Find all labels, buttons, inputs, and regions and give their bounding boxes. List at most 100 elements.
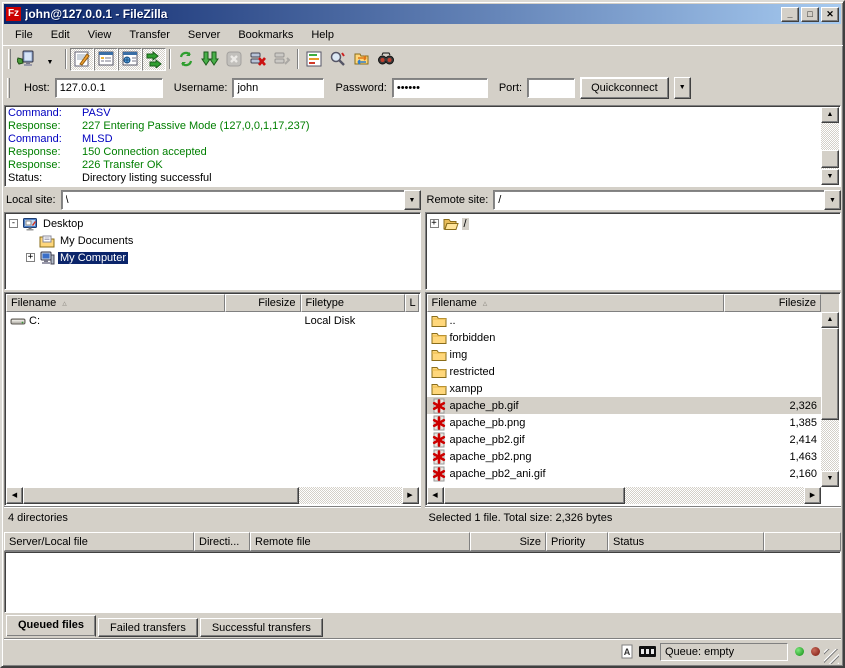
scroll-up-icon[interactable]: ▲: [821, 312, 839, 328]
scroll-left-icon[interactable]: ◀: [427, 487, 444, 504]
log-scroll-thumb[interactable]: [821, 150, 839, 168]
remote-column-header[interactable]: Filename▵: [427, 294, 725, 312]
log-line-text: MLSD: [82, 133, 113, 146]
menu-item-file[interactable]: File: [6, 27, 42, 43]
menu-item-bookmarks[interactable]: Bookmarks: [229, 27, 302, 43]
local-column-header[interactable]: Filesize: [225, 294, 301, 312]
local-horizontal-scrollbar[interactable]: ◀ ▶: [6, 487, 419, 504]
maximize-button[interactable]: □: [801, 7, 819, 22]
image-file-icon: [431, 398, 447, 414]
remote-hscroll-thumb[interactable]: [444, 487, 625, 504]
queue-column-header[interactable]: Size: [470, 532, 546, 551]
queue-column-header[interactable]: Server/Local file: [4, 532, 194, 551]
queue-column-header[interactable]: [764, 532, 841, 551]
queue-column-header[interactable]: Status: [608, 532, 764, 551]
scroll-left-icon[interactable]: ◀: [6, 487, 23, 504]
directory-comparison-button[interactable]: [350, 48, 374, 71]
scroll-down-icon[interactable]: ▼: [821, 169, 839, 185]
tab-failed-transfers[interactable]: Failed transfers: [98, 618, 198, 637]
remote-file-row[interactable]: apache_pb.png1,385: [427, 414, 822, 431]
message-log-panel: Command:PASVResponse:227 Entering Passiv…: [4, 105, 841, 187]
remote-file-row[interactable]: apache_pb2_ani.gif2,160: [427, 465, 822, 482]
remote-site-input[interactable]: [493, 190, 824, 210]
remote-tree-item[interactable]: +/: [428, 215, 839, 232]
close-button[interactable]: ✕: [821, 7, 839, 22]
quickconnect-button[interactable]: Quickconnect: [580, 77, 669, 99]
username-input[interactable]: [232, 78, 324, 98]
scroll-down-icon[interactable]: ▼: [821, 471, 839, 487]
file-cell: 2,326: [724, 400, 821, 412]
menu-item-help[interactable]: Help: [302, 27, 343, 43]
local-site-dropdown-button[interactable]: ▼: [404, 190, 421, 210]
filename-cell: img: [427, 347, 725, 363]
queue-tabs: Queued filesFailed transfersSuccessful t…: [4, 614, 841, 637]
titlebar[interactable]: Fz john@127.0.0.1 - FileZilla _ □ ✕: [4, 4, 841, 24]
synchronized-browsing-button[interactable]: [374, 48, 398, 71]
password-input[interactable]: [392, 78, 488, 98]
remote-horizontal-scrollbar[interactable]: ◀ ▶: [427, 487, 822, 504]
local-column-header[interactable]: L: [405, 294, 419, 312]
minimize-button[interactable]: _: [781, 7, 799, 22]
remote-file-row[interactable]: apache_pb2.gif2,414: [427, 431, 822, 448]
menu-item-server[interactable]: Server: [179, 27, 229, 43]
site-manager-button[interactable]: [14, 48, 38, 71]
local-tree-item[interactable]: My Documents: [7, 232, 418, 249]
remote-file-row[interactable]: apache_pb.gif2,326: [427, 397, 822, 414]
remote-file-row[interactable]: xampp: [427, 380, 822, 397]
disconnect-button[interactable]: [246, 48, 270, 71]
site-manager-dropdown-button[interactable]: ▼: [38, 48, 62, 71]
scroll-right-icon[interactable]: ▶: [804, 487, 821, 504]
remote-file-row[interactable]: apache_pb2.png1,463: [427, 448, 822, 465]
toolbar-separator: [65, 49, 67, 69]
remote-scroll-thumb[interactable]: [821, 328, 839, 420]
scroll-up-icon[interactable]: ▲: [821, 107, 839, 123]
queue-column-header[interactable]: Directi...: [194, 532, 250, 551]
remote-column-header[interactable]: Filesize: [724, 294, 821, 312]
remote-vertical-scrollbar[interactable]: ▲ ▼: [821, 312, 839, 487]
remote-file-row[interactable]: ..: [427, 312, 822, 329]
reconnect-button[interactable]: [270, 48, 294, 71]
menu-item-view[interactable]: View: [79, 27, 121, 43]
log-vertical-scrollbar[interactable]: ▲ ▼: [821, 107, 839, 185]
local-column-header[interactable]: Filename▵: [6, 294, 225, 312]
toggle-message-log-button[interactable]: [70, 48, 94, 71]
queue-column-header[interactable]: Remote file: [250, 532, 470, 551]
column-header-label: Filesize: [258, 297, 295, 309]
remote-file-row[interactable]: restricted: [427, 363, 822, 380]
local-file-row[interactable]: C:Local Disk: [6, 312, 419, 329]
toggle-remote-tree-button[interactable]: [118, 48, 142, 71]
quickconnect-dropdown-button[interactable]: ▼: [674, 77, 691, 99]
resize-grip[interactable]: [824, 649, 839, 664]
toggle-local-tree-button[interactable]: [94, 48, 118, 71]
file-search-button[interactable]: [326, 48, 350, 71]
local-tree-item[interactable]: +My Computer: [7, 249, 418, 266]
local-site-label: Local site:: [4, 194, 61, 206]
process-queue-button[interactable]: [198, 48, 222, 71]
toggle-queue-button[interactable]: [142, 48, 166, 71]
remote-site-dropdown-button[interactable]: ▼: [824, 190, 841, 210]
local-hscroll-thumb[interactable]: [23, 487, 299, 504]
remote-file-row[interactable]: img: [427, 346, 822, 363]
queue-column-header[interactable]: Priority: [546, 532, 608, 551]
local-column-header[interactable]: Filetype: [301, 294, 405, 312]
scroll-right-icon[interactable]: ▶: [402, 487, 419, 504]
local-tree-item[interactable]: -Desktop: [7, 215, 418, 232]
cancel-operation-button[interactable]: [222, 48, 246, 71]
menu-item-transfer[interactable]: Transfer: [120, 27, 179, 43]
tab-successful-transfers[interactable]: Successful transfers: [200, 618, 323, 637]
filename-cell: apache_pb2_ani.gif: [427, 466, 725, 482]
local-site-input[interactable]: [61, 190, 404, 210]
tree-expander-icon[interactable]: -: [9, 219, 18, 228]
tree-expander-icon[interactable]: +: [26, 253, 35, 262]
refresh-button[interactable]: [174, 48, 198, 71]
remote-file-row[interactable]: forbidden: [427, 329, 822, 346]
filter-button[interactable]: [302, 48, 326, 71]
tab-queued-files[interactable]: Queued files: [6, 615, 96, 637]
toolbar: ▼: [2, 45, 843, 72]
port-input[interactable]: [527, 78, 575, 98]
tree-expander-icon[interactable]: +: [430, 219, 439, 228]
menu-item-edit[interactable]: Edit: [42, 27, 79, 43]
host-input[interactable]: [55, 78, 163, 98]
folder-icon: [431, 330, 447, 346]
file-cell: 2,414: [724, 434, 821, 446]
